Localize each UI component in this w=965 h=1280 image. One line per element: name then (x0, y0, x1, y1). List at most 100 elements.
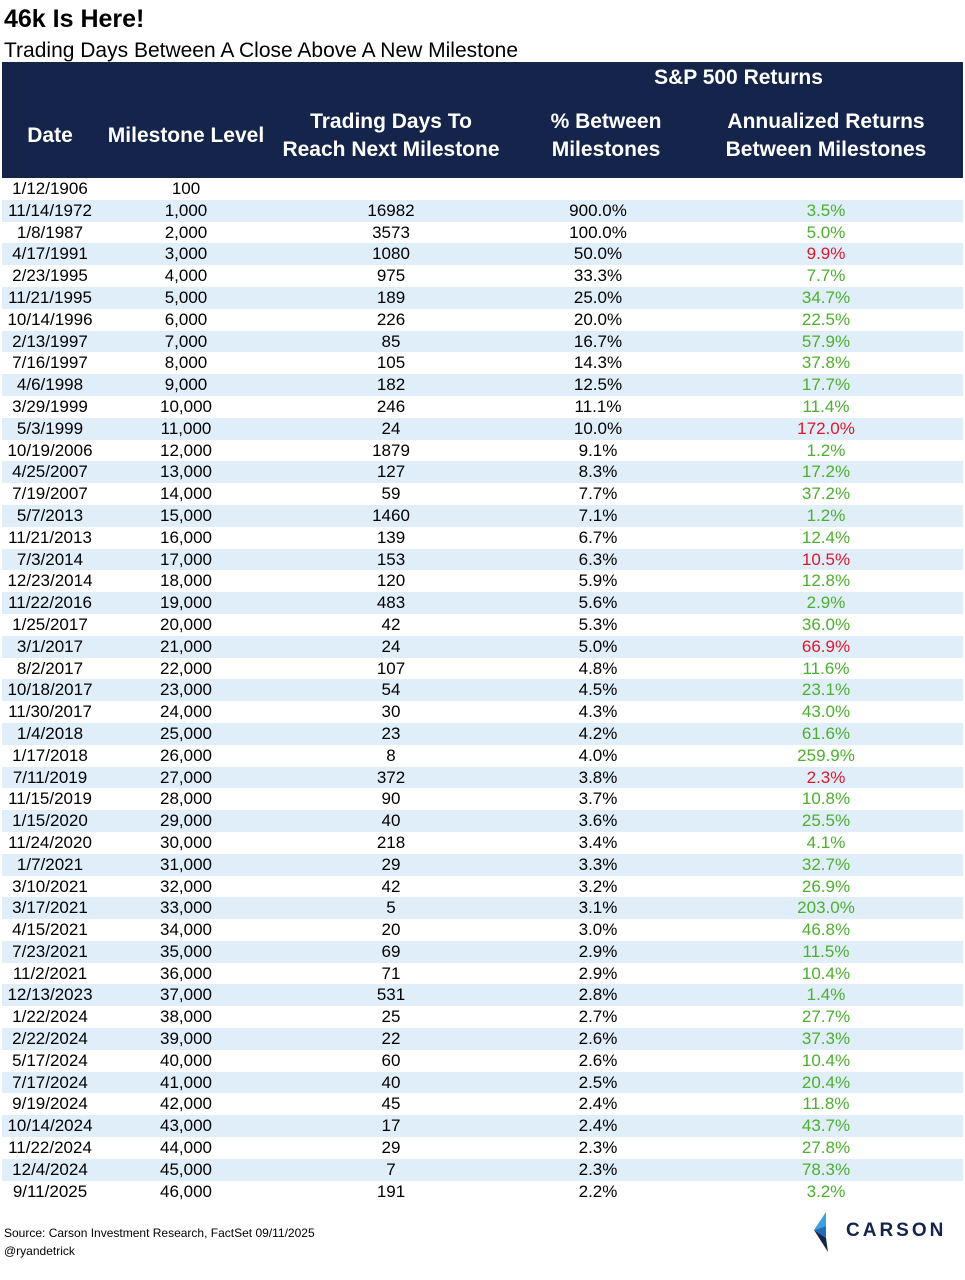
table-row: 4/17/1991 3,000 1080 50.0% 9.9% (2, 243, 963, 266)
cell-annualized-return: 27.8% (801, 1138, 851, 1158)
table-row: 10/14/2024 43,000 17 2.4% 43.7% (2, 1115, 963, 1138)
table-row: 1/7/2021 31,000 29 3.3% 32.7% (2, 853, 963, 876)
cell-pct-between: 4.8% (578, 658, 618, 678)
table-row: 11/22/2016 19,000 483 5.6% 2.9% (2, 592, 963, 614)
cell-date: 7/19/2007 (12, 484, 88, 504)
table-row: 7/11/2019 27,000 372 3.8% 2.3% (2, 766, 963, 789)
table-row: 2/22/2024 39,000 22 2.6% 37.3% (2, 1028, 963, 1050)
table-row: 10/18/2017 23,000 54 4.5% 23.1% (2, 679, 963, 702)
author-handle: @ryandetrick (4, 1244, 75, 1258)
table-row: 12/4/2024 45,000 7 2.3% 78.3% (2, 1158, 963, 1181)
cell-milestone: 7,000 (164, 331, 208, 351)
cell-annualized-return: 9.9% (806, 244, 846, 264)
table-row: 4/15/2021 34,000 20 3.0% 46.8% (2, 919, 963, 941)
cell-pct-between: 3.0% (578, 920, 618, 940)
header-annualized-returns: Annualized Returns Between Milestones (702, 108, 950, 164)
cell-pct-between: 2.9% (578, 963, 618, 983)
table-row: 5/3/1999 11,000 24 10.0% 172.0% (2, 417, 963, 440)
cell-pct-between: 2.4% (578, 1094, 618, 1114)
cell-pct-between: 2.6% (578, 1029, 618, 1049)
table-row: 1/8/1987 2,000 3573 100.0% 5.0% (2, 222, 963, 244)
cell-date: 1/17/2018 (12, 745, 88, 765)
table-row: 10/19/2006 12,000 1879 9.1% 1.2% (2, 440, 963, 462)
cell-milestone: 40,000 (160, 1050, 212, 1070)
cell-pct-between: 5.0% (578, 636, 618, 656)
cell-pct-between: 7.1% (578, 505, 618, 525)
cell-trading-days: 54 (381, 680, 401, 700)
cell-trading-days: 29 (381, 854, 401, 874)
cell-date: 12/4/2024 (12, 1159, 88, 1179)
cell-milestone: 19,000 (160, 593, 212, 613)
cell-date: 1/8/1987 (16, 222, 84, 242)
cell-date: 11/21/1995 (8, 287, 92, 307)
cell-trading-days: 8 (386, 745, 396, 765)
cell-annualized-return: 12.8% (801, 571, 851, 591)
cell-pct-between: 2.9% (578, 941, 618, 961)
cell-annualized-return: 11.5% (802, 941, 850, 961)
cell-milestone: 100 (171, 179, 201, 198)
table-row: 2/23/1995 4,000 975 33.3% 7.7% (2, 265, 963, 287)
cell-date: 3/10/2021 (12, 876, 88, 896)
cell-pct-between: 4.3% (578, 702, 618, 722)
cell-date: 4/25/2007 (12, 462, 88, 482)
cell-annualized-return: 17.2% (801, 462, 851, 482)
cell-trading-days: 3573 (372, 222, 410, 242)
cell-pct-between: 2.6% (578, 1050, 618, 1070)
table-row: 1/17/2018 26,000 8 4.0% 259.9% (2, 745, 963, 767)
header-pct-between: % Between Milestones (510, 108, 702, 164)
table-row: 12/13/2023 37,000 531 2.8% 1.4% (2, 984, 963, 1007)
cell-milestone: 4,000 (164, 266, 208, 286)
table-row: 11/24/2020 30,000 218 3.4% 4.1% (2, 832, 963, 854)
cell-annualized-return: 37.8% (801, 353, 851, 373)
cell-trading-days: 25 (381, 1007, 401, 1027)
cell-milestone: 1,000 (164, 200, 208, 220)
cell-pct-between: 5.6% (578, 593, 618, 613)
cell-milestone: 42,000 (160, 1094, 212, 1114)
cell-milestone: 17,000 (160, 549, 212, 569)
cell-annualized-return: 3.2% (806, 1181, 846, 1201)
cell-milestone: 20,000 (160, 614, 212, 634)
cell-milestone: 30,000 (160, 832, 212, 852)
cell-pct-between: 50.0% (573, 244, 623, 264)
table-row: 11/15/2019 28,000 90 3.7% 10.8% (2, 788, 963, 810)
cell-trading-days: 59 (381, 484, 401, 504)
cell-annualized-return: 7.7% (806, 266, 846, 286)
table-row: 3/1/2017 21,000 24 5.0% 66.9% (2, 635, 963, 658)
cell-annualized-return: 2.9% (806, 593, 846, 613)
cell-date: 2/23/1995 (12, 266, 88, 286)
cell-milestone: 2,000 (164, 222, 208, 242)
cell-annualized-return: 61.6% (801, 723, 851, 743)
cell-trading-days: 226 (376, 309, 406, 329)
cell-date: 7/11/2019 (12, 767, 88, 787)
cell-milestone: 37,000 (160, 985, 212, 1005)
header-trading-days-line2: Reach Next Milestone (282, 138, 500, 161)
cell-trading-days: 531 (376, 985, 406, 1005)
header-annualized-line2: Between Milestones (725, 138, 927, 161)
cell-pct-between: 14.3% (573, 353, 623, 373)
cell-date: 3/1/2017 (16, 636, 84, 656)
cell-trading-days: 975 (376, 266, 406, 286)
cell-pct-between: 2.2% (578, 1181, 618, 1201)
cell-trading-days: 85 (381, 331, 401, 351)
cell-annualized-return: 43.0% (801, 702, 851, 722)
cell-annualized-return: 11.6% (802, 658, 850, 678)
cell-date: 2/22/2024 (12, 1029, 88, 1049)
cell-trading-days: 153 (376, 549, 406, 569)
cell-pct-between: 8.3% (578, 462, 618, 482)
cell-pct-between: 4.2% (578, 723, 618, 743)
cell-date: 11/30/2017 (8, 702, 92, 722)
table-row: 9/11/2025 46,000 191 2.2% 3.2% (2, 1181, 963, 1203)
cell-annualized-return: 172.0% (797, 418, 855, 438)
table-body: 1/12/1906 100 11/14/1972 1,000 16982 900.0% 3.… (2, 178, 963, 1202)
header-trading-days: Trading Days To Reach Next Milestone (272, 108, 510, 164)
table-row: 11/14/1972 1,000 16982 900.0% 3.5% (2, 199, 963, 222)
cell-annualized-return: 3.5% (806, 200, 846, 220)
carson-logo-icon (814, 1212, 828, 1252)
carson-logo: CARSON (812, 1210, 943, 1254)
cell-milestone: 28,000 (160, 789, 212, 809)
cell-annualized-return: 11.4% (802, 396, 850, 416)
cell-trading-days: 372 (376, 767, 406, 787)
cell-milestone: 34,000 (160, 920, 212, 940)
cell-pct-between: 3.7% (578, 789, 618, 809)
source-note: Source: Carson Investment Research, Fact… (4, 1226, 315, 1240)
